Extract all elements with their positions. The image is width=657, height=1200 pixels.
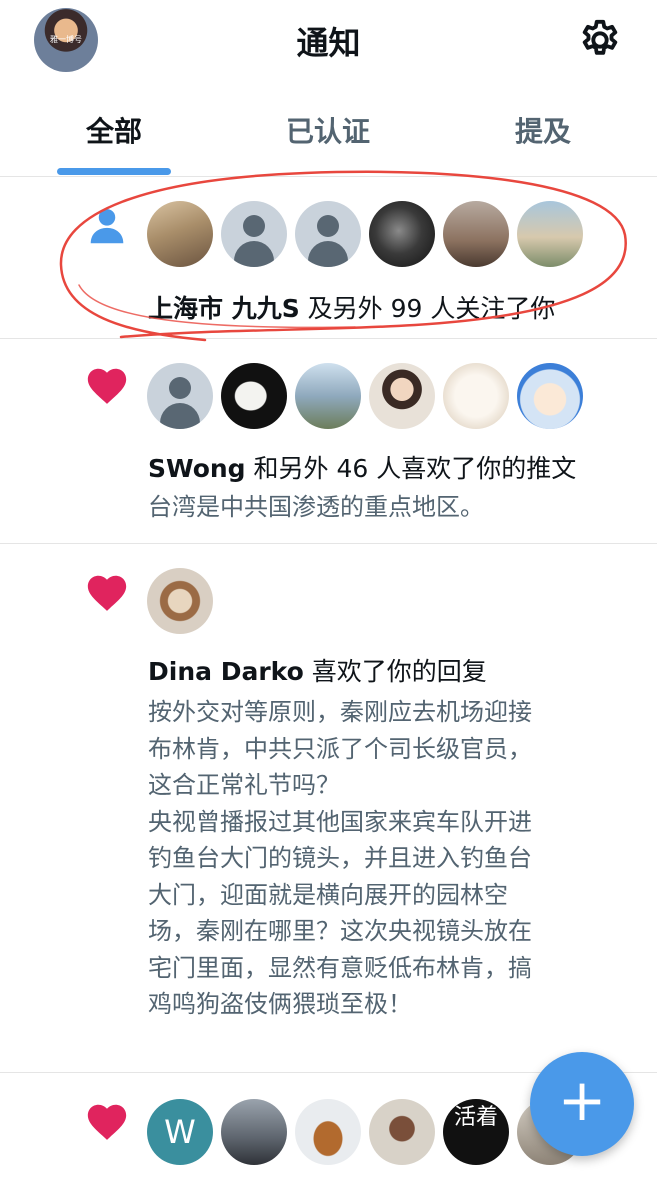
notification-text: SWong 和另外 46 人喜欢了你的推文	[148, 454, 577, 483]
avatar[interactable]	[147, 201, 213, 267]
notification-tabs: 全部 已认证 提及	[0, 90, 657, 177]
tweet-preview[interactable]: 台湾是中共国渗透的重点地区。	[148, 489, 618, 526]
avatar[interactable]	[369, 1099, 435, 1165]
avatar[interactable]	[369, 363, 435, 429]
notification-row-like-reply[interactable]: Dina Darko 喜欢了你的回复 按外交对等原则，秦刚应去机场迎接 布林肯，…	[0, 544, 657, 1073]
avatar[interactable]	[295, 363, 361, 429]
avatar[interactable]	[443, 363, 509, 429]
avatar[interactable]: 活着	[443, 1099, 509, 1165]
gear-icon[interactable]	[577, 17, 623, 63]
avatar[interactable]	[295, 201, 361, 267]
notification-row-like[interactable]: SWong 和另外 46 人喜欢了你的推文 台湾是中共国渗透的重点地区。	[0, 339, 657, 544]
notification-row-follow[interactable]: 上海市 九九S 及另外 99 人关注了你	[0, 177, 657, 339]
user-name[interactable]: Dina Darko	[148, 657, 304, 686]
notification-text: Dina Darko 喜欢了你的回复	[148, 657, 487, 686]
tab-all[interactable]: 全部	[86, 110, 142, 150]
compose-button[interactable]: +	[530, 1052, 634, 1156]
person-icon	[90, 209, 124, 244]
reply-preview[interactable]: 按外交对等原则，秦刚应去机场迎接 布林肯，中共只派了个司长级官员， 这合正常礼节…	[148, 694, 618, 1023]
active-tab-indicator	[57, 168, 171, 175]
user-name[interactable]: SWong	[148, 454, 246, 483]
avatar[interactable]	[295, 1099, 361, 1165]
user-name[interactable]: 上海市 九九S	[148, 294, 300, 323]
avatar[interactable]	[517, 363, 583, 429]
avatar[interactable]	[443, 201, 509, 267]
tab-verified[interactable]: 已认证	[286, 110, 370, 150]
avatar[interactable]	[147, 568, 213, 634]
avatar[interactable]	[221, 1099, 287, 1165]
avatar[interactable]: W	[147, 1099, 213, 1165]
avatar[interactable]	[221, 201, 287, 267]
avatar[interactable]	[147, 363, 213, 429]
top-bar: 雅一博号 通知	[0, 0, 657, 80]
page-title: 通知	[296, 24, 361, 62]
tab-mentions[interactable]: 提及	[515, 110, 571, 150]
heart-icon	[87, 575, 127, 611]
notification-text: 上海市 九九S 及另外 99 人关注了你	[148, 294, 556, 323]
avatar[interactable]	[369, 201, 435, 267]
avatar[interactable]	[221, 363, 287, 429]
heart-icon	[87, 368, 127, 404]
avatar[interactable]	[517, 201, 583, 267]
plus-icon: +	[557, 1066, 607, 1134]
heart-icon	[87, 1104, 127, 1140]
